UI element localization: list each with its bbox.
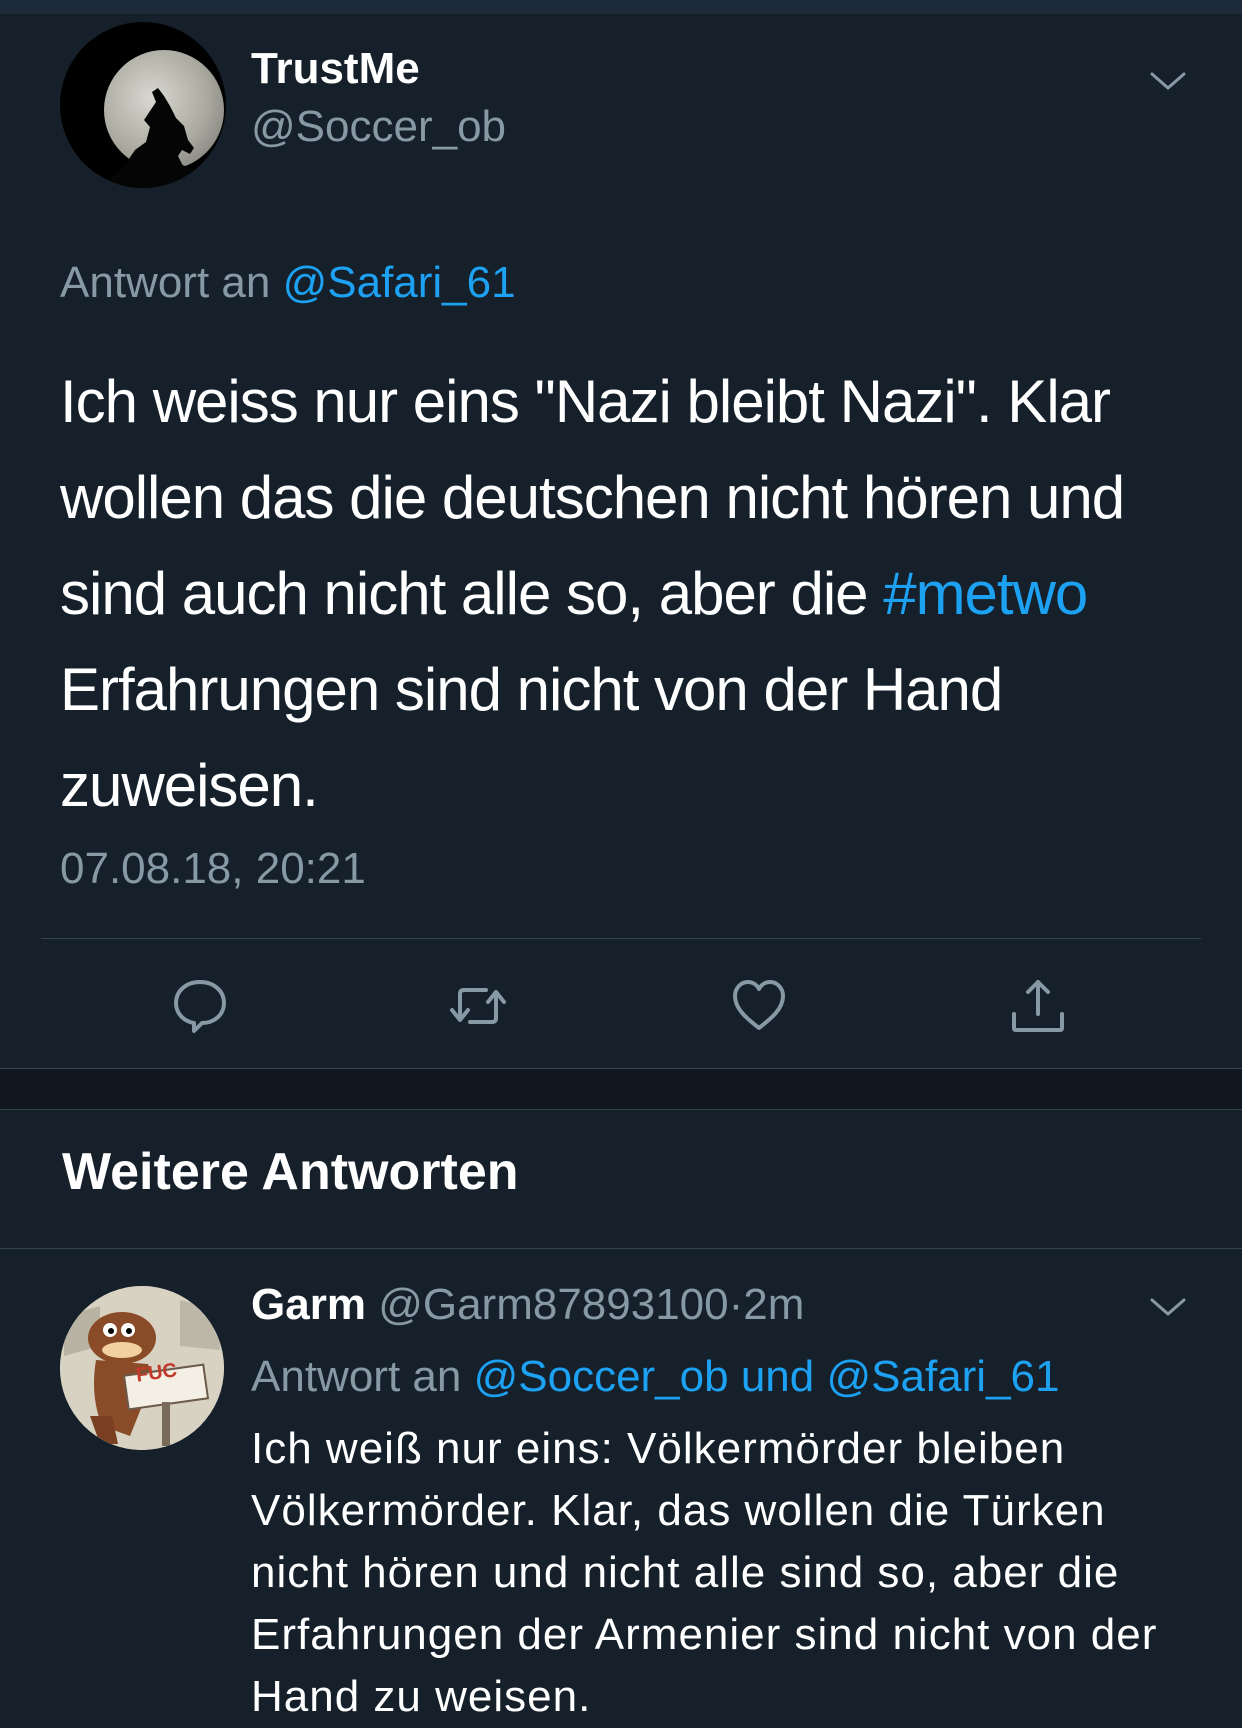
chevron-down-icon[interactable] <box>1148 1296 1188 1320</box>
reply-user-avatar[interactable]: FUC <box>60 1286 224 1450</box>
reply-user-handle[interactable]: @Garm87893100 <box>378 1280 728 1329</box>
retweet-icon[interactable] <box>446 974 510 1038</box>
reply-display-name[interactable]: Garm <box>251 1280 366 1329</box>
reply-tweet-text: Ich weiß nur eins: Völkermörder bleiben … <box>251 1424 1158 1721</box>
display-name[interactable]: TrustMe <box>251 44 420 94</box>
divider <box>41 938 1201 939</box>
chevron-down-icon[interactable] <box>1148 70 1188 94</box>
reply-mention-link[interactable]: @Safari_61 <box>283 258 516 307</box>
howling-wolf-icon <box>100 88 210 188</box>
reply-prefix: Antwort an <box>251 1352 462 1401</box>
reply-icon[interactable] <box>168 974 232 1038</box>
reply-context: Antwort an @Safari_61 <box>60 258 516 308</box>
tweet-text-part2: Erfahrungen sind nicht von der Hand zuwe… <box>60 656 1003 819</box>
main-tweet: TrustMe @Soccer_ob Antwort an @Safari_61… <box>0 14 1242 1068</box>
user-avatar[interactable] <box>60 22 226 188</box>
heart-icon[interactable] <box>727 974 791 1038</box>
reply-user-header: Garm @Garm87893100·2m <box>251 1280 804 1330</box>
divider <box>0 1248 1242 1249</box>
tweet-text: Ich weiss nur eins "Nazi bleibt Nazi". K… <box>60 354 1190 834</box>
reply-context: Antwort an @Soccer_ob und @Safari_61 <box>251 1352 1059 1402</box>
reply-mention-links[interactable]: @Soccer_ob und @Safari_61 <box>474 1352 1060 1401</box>
tweet-timestamp: 07.08.18, 20:21 <box>60 844 366 893</box>
share-icon[interactable] <box>1006 974 1070 1038</box>
section-title: Weitere Antworten <box>62 1143 519 1201</box>
meta-separator: · <box>728 1280 744 1329</box>
section-separator <box>0 1068 1242 1110</box>
reply-prefix: Antwort an <box>60 258 271 307</box>
hashtag-link[interactable]: #metwo <box>883 560 1088 627</box>
reply-time: 2m <box>743 1280 805 1329</box>
status-bar-strip <box>0 0 1242 14</box>
user-handle[interactable]: @Soccer_ob <box>251 102 506 152</box>
